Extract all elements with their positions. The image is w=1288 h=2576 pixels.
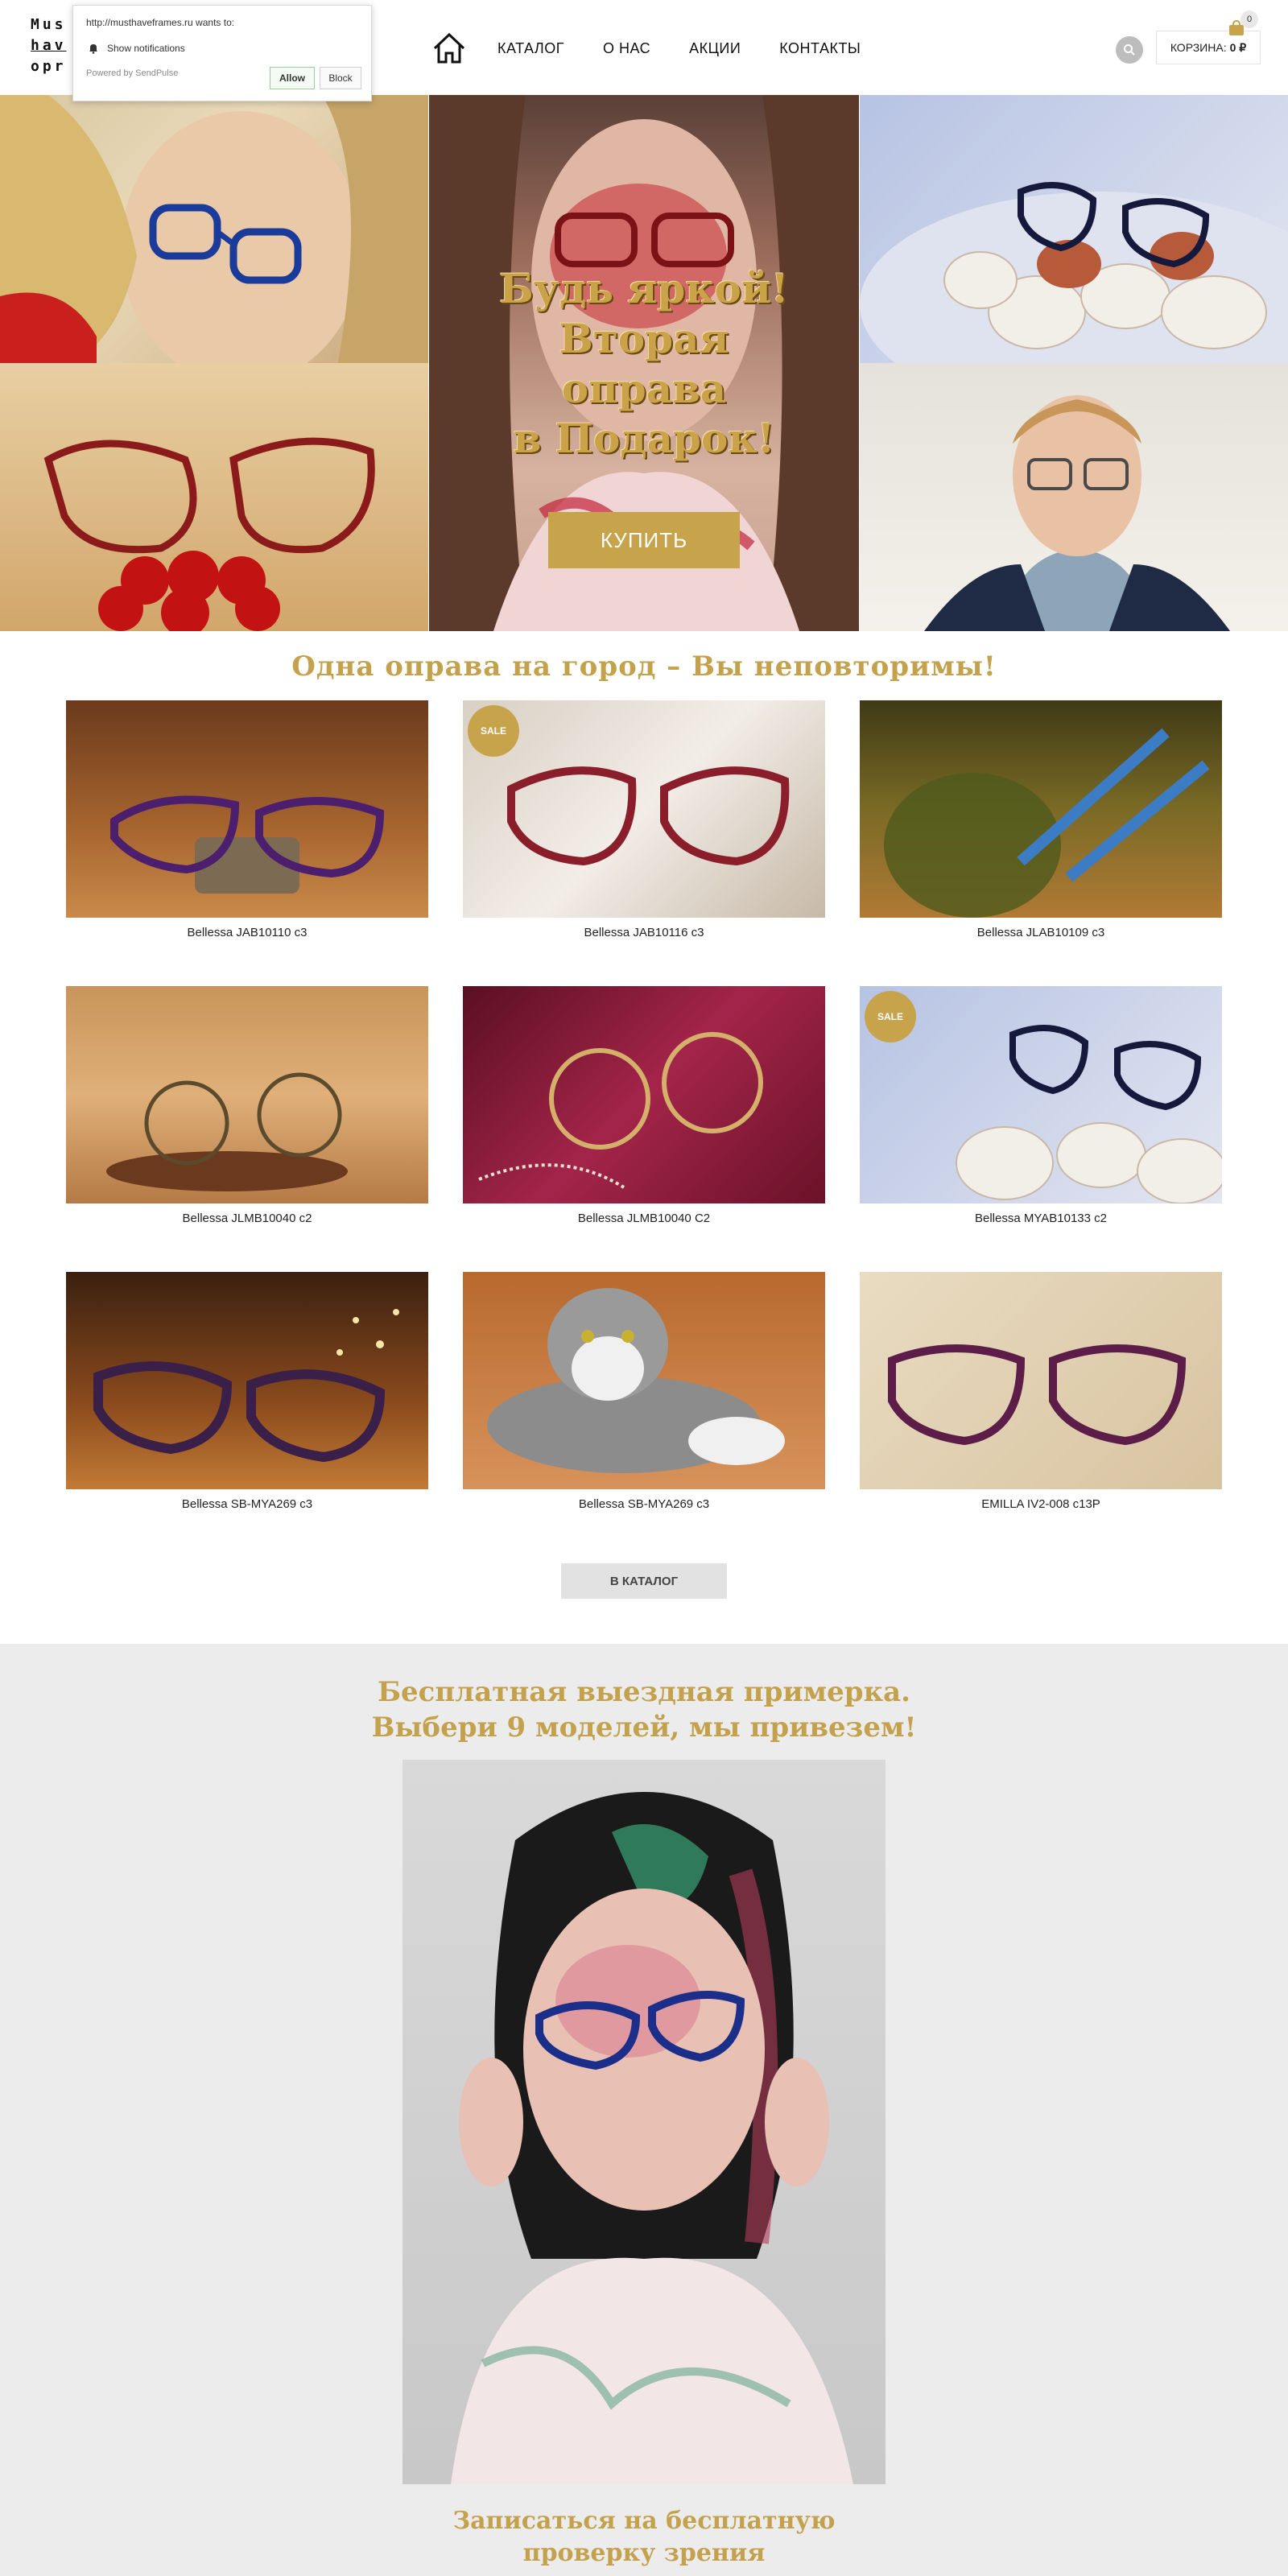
notification-prompt: http://musthaveframes.ru wants to: Show … bbox=[72, 5, 372, 101]
fitting-title-line-1: Бесплатная выездная примерка. bbox=[377, 1676, 911, 1708]
buy-button[interactable]: КУПИТЬ bbox=[548, 512, 740, 568]
notification-url-text: http://musthaveframes.ru wants to: bbox=[86, 17, 235, 28]
fitting-photo-woman-glasses bbox=[402, 1760, 886, 2484]
product-card[interactable]: Bellessa JLMB10040 c2 bbox=[66, 986, 428, 1228]
cart-count-badge: 0 bbox=[1241, 10, 1258, 28]
product-image[interactable] bbox=[66, 986, 428, 1203]
hero-photo-glasses-cherries bbox=[0, 363, 428, 631]
product-card[interactable]: Bellessa JLMB10040 C2 bbox=[463, 986, 825, 1228]
catalog-button[interactable]: В КАТАЛОГ bbox=[561, 1563, 727, 1599]
product-name[interactable]: Bellessa SB-MYA269 c3 bbox=[66, 1497, 428, 1511]
nav-item-contacts[interactable]: КОНТАКТЫ bbox=[779, 40, 861, 57]
product-name[interactable]: Bellessa JLMB10040 c2 bbox=[66, 1212, 428, 1225]
block-button[interactable]: Block bbox=[320, 67, 361, 89]
hero-photo-woman-glasses bbox=[0, 95, 428, 363]
eye-test-signup-title[interactable]: Записаться на бесплатную проверку зрения bbox=[0, 2505, 1288, 2570]
product-image[interactable] bbox=[463, 986, 825, 1203]
allow-button[interactable]: Allow bbox=[270, 67, 315, 89]
search-icon bbox=[1124, 44, 1135, 56]
sale-badge: SALE bbox=[468, 705, 519, 757]
product-image[interactable] bbox=[66, 1272, 428, 1489]
cart-button[interactable]: КОРЗИНА: 0 ₽ 0 bbox=[1156, 10, 1261, 64]
product-image[interactable] bbox=[860, 700, 1222, 918]
nav-item-catalog[interactable]: КАТАЛОГ bbox=[497, 40, 564, 57]
hero-line-3: оправа bbox=[561, 365, 727, 412]
product-card[interactable]: EMILLA IV2-008 c13P bbox=[860, 1272, 1222, 1513]
product-name[interactable]: Bellessa SB-MYA269 c3 bbox=[463, 1497, 825, 1511]
nav-item-about[interactable]: О НАС bbox=[603, 40, 650, 57]
hero-photo-man-glasses bbox=[860, 363, 1288, 631]
product-card[interactable]: Bellessa JAB10110 c3 bbox=[66, 700, 428, 942]
product-name[interactable]: Bellessa JAB10116 c3 bbox=[463, 926, 825, 939]
product-card[interactable]: Bellessa SB-MYA269 c3 bbox=[463, 1272, 825, 1513]
eye-test-line-1: Записаться на бесплатную bbox=[452, 2507, 836, 2535]
eye-test-line-2: проверку зрения bbox=[522, 2539, 766, 2567]
product-card[interactable]: Bellessa SB-MYA269 c3 bbox=[66, 1272, 428, 1513]
product-card[interactable]: SALE Bellessa JAB10116 c3 bbox=[463, 700, 825, 942]
main-nav: КАТАЛОГ О НАС АКЦИИ КОНТАКТЫ bbox=[431, 31, 899, 66]
home-icon[interactable] bbox=[431, 31, 467, 66]
product-name[interactable]: Bellessa JLAB10109 c3 bbox=[860, 926, 1222, 939]
product-name[interactable]: Bellessa MYAB10133 c2 bbox=[860, 1212, 1222, 1225]
sale-badge: SALE bbox=[865, 991, 916, 1042]
product-image[interactable] bbox=[463, 1272, 825, 1489]
cart-total: 0 ₽ bbox=[1229, 40, 1247, 54]
hero-promo-text: Будь яркой! Вторая оправа в Подарок! bbox=[429, 264, 859, 464]
cart-label: КОРЗИНА: bbox=[1170, 41, 1227, 54]
hero-banner: Будь яркой! Вторая оправа в Подарок! КУП… bbox=[0, 95, 1288, 631]
notification-show-text: Show notifications bbox=[107, 43, 185, 54]
nav-item-promotions[interactable]: АКЦИИ bbox=[689, 40, 741, 57]
product-image[interactable] bbox=[66, 700, 428, 918]
search-button[interactable] bbox=[1116, 36, 1143, 64]
notification-powered-text: Powered by SendPulse bbox=[86, 68, 179, 78]
product-name[interactable]: Bellessa JAB10110 c3 bbox=[66, 926, 428, 939]
fitting-title-line-2: Выбери 9 моделей, мы привезем! bbox=[371, 1711, 917, 1744]
hero-photo-glasses-shells bbox=[860, 95, 1288, 363]
bell-icon bbox=[88, 43, 99, 54]
section-title-unique: Одна оправа на город – Вы неповторимы! bbox=[291, 650, 997, 683]
product-name[interactable]: EMILLA IV2-008 c13P bbox=[860, 1497, 1222, 1511]
product-name[interactable]: Bellessa JLMB10040 C2 bbox=[463, 1212, 825, 1225]
site-header: Mus hav opr КАТАЛОГ О НАС АКЦИИ КОНТАКТЫ… bbox=[0, 0, 1288, 101]
hero-line-2: Вторая bbox=[559, 315, 729, 362]
product-card[interactable]: Bellessa JLAB10109 c3 bbox=[860, 700, 1222, 942]
hero-line-4: в Подарок! bbox=[513, 415, 775, 462]
hero-line-1: Будь яркой! bbox=[499, 265, 789, 312]
fitting-title: Бесплатная выездная примерка. Выбери 9 м… bbox=[0, 1674, 1288, 1745]
product-card[interactable]: SALE Bellessa MYAB10133 c2 bbox=[860, 986, 1222, 1228]
product-image[interactable] bbox=[860, 1272, 1222, 1489]
